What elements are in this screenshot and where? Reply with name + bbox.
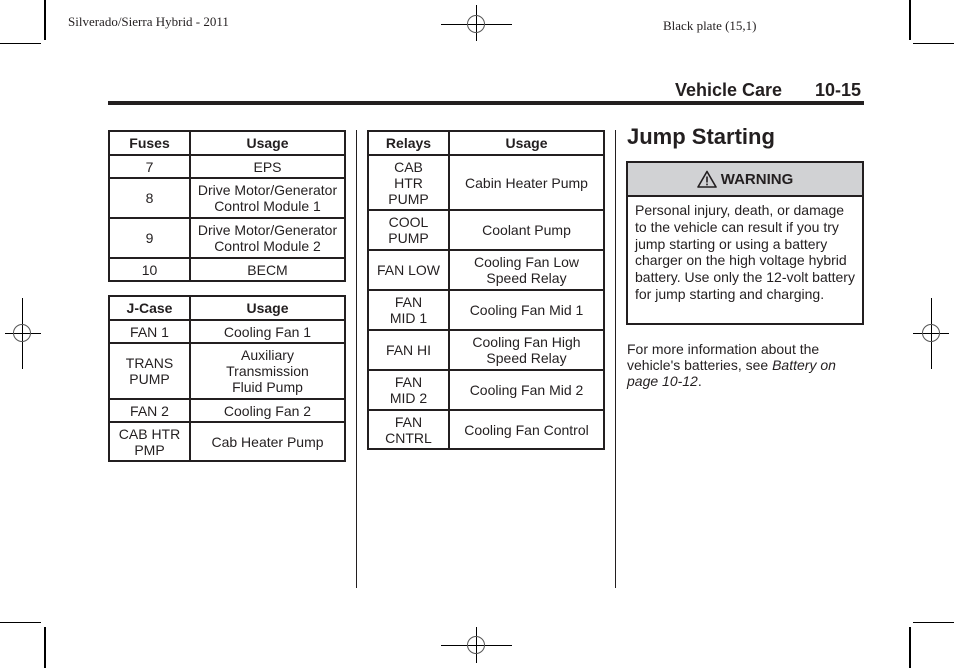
print-slug-left: Silverado/Sierra Hybrid - 2011 <box>68 14 229 29</box>
crop-mark <box>44 627 46 668</box>
table-row: FAN LOW Cooling Fan Low Speed Relay <box>367 249 605 291</box>
relay-usage: Cooling Fan Mid 2 <box>448 369 605 411</box>
table-row: COOL PUMP Coolant Pump <box>367 209 605 251</box>
fuse-usage: Drive Motor/Generator Control Module 1 <box>189 177 346 219</box>
relay-usage: Cooling Fan Mid 1 <box>448 289 605 331</box>
info-paragraph: For more information about the vehicle's… <box>627 341 867 389</box>
warning-text: Personal injury, death, or damage to the… <box>635 202 855 302</box>
section-heading: Jump Starting <box>627 124 775 149</box>
table-row: FAN MID 2 Cooling Fan Mid 2 <box>367 369 605 411</box>
relay-usage: Cooling Fan High Speed Relay <box>448 329 605 371</box>
jcase-usage: Cab Heater Pump <box>189 421 346 462</box>
section-title: Vehicle Care <box>675 80 783 100</box>
warning-box: WARNING Personal injury, death, or damag… <box>626 161 864 325</box>
fuse-id: 8 <box>108 177 191 219</box>
crop-mark <box>0 622 41 623</box>
fuse-id: 7 <box>108 154 191 179</box>
column-divider <box>615 130 616 588</box>
relay-usage: Cooling Fan Control <box>448 409 605 450</box>
relay-id: FAN LOW <box>367 249 450 291</box>
table-row: FAN MID 1 Cooling Fan Mid 1 <box>367 289 605 331</box>
table-row: FAN 1 Cooling Fan 1 <box>108 319 346 344</box>
table-row: CAB HTR PUMP Cabin Heater Pump <box>367 154 605 211</box>
relays-table: Relays Usage CAB HTR PUMP Cabin Heater P… <box>367 130 605 450</box>
column-divider <box>356 130 357 588</box>
crop-mark <box>44 0 46 40</box>
table-row: CAB HTR PMP Cab Heater Pump <box>108 421 346 462</box>
crop-mark <box>0 43 41 44</box>
relay-id: FAN MID 2 <box>367 369 450 411</box>
crop-mark <box>909 627 911 668</box>
column-header: J-Case <box>108 295 191 321</box>
table-row: FAN HI Cooling Fan High Speed Relay <box>367 329 605 371</box>
jcase-usage: Cooling Fan 2 <box>189 398 346 423</box>
relay-usage: Coolant Pump <box>448 209 605 251</box>
fuse-usage: BECM <box>189 257 346 282</box>
table-header-row: Relays Usage <box>367 130 605 156</box>
page-number: 10-15 <box>815 80 862 100</box>
jcase-id: TRANS PUMP <box>108 342 191 400</box>
warning-header: WARNING <box>628 163 862 197</box>
fuses-table: Fuses Usage 7 EPS 8 Drive Motor/Generato… <box>108 130 346 282</box>
table-row: 9 Drive Motor/Generator Control Module 2 <box>108 217 346 259</box>
column-header: Fuses <box>108 130 191 156</box>
relay-usage: Cooling Fan Low Speed Relay <box>448 249 605 291</box>
table-header-row: J-Case Usage <box>108 295 346 321</box>
jcase-id: FAN 1 <box>108 319 191 344</box>
relay-id: COOL PUMP <box>367 209 450 251</box>
crop-mark <box>913 43 954 44</box>
fuse-id: 9 <box>108 217 191 259</box>
jcase-table: J-Case Usage FAN 1 Cooling Fan 1 TRANS P… <box>108 295 346 462</box>
column-header: Usage <box>189 130 346 156</box>
warning-label: WARNING <box>720 170 794 188</box>
table-row: 7 EPS <box>108 154 346 179</box>
table-row: TRANS PUMP Auxiliary Transmission Fluid … <box>108 342 346 400</box>
column-header: Relays <box>367 130 450 156</box>
jcase-id: FAN 2 <box>108 398 191 423</box>
column-header: Usage <box>448 130 605 156</box>
jcase-usage: Cooling Fan 1 <box>189 319 346 344</box>
info-end: . <box>697 373 702 389</box>
crop-mark <box>909 0 911 40</box>
print-slug-right: Black plate (15,1) <box>663 18 757 33</box>
relay-id: FAN CNTRL <box>367 409 450 450</box>
fuse-usage: Drive Motor/Generator Control Module 2 <box>189 217 346 259</box>
fuse-id: 10 <box>108 257 191 282</box>
table-row: 8 Drive Motor/Generator Control Module 1 <box>108 177 346 219</box>
relay-id: FAN MID 1 <box>367 289 450 331</box>
column-header: Usage <box>189 295 346 321</box>
warning-triangle-icon <box>696 170 717 188</box>
relay-usage: Cabin Heater Pump <box>448 154 605 211</box>
jcase-id: CAB HTR PMP <box>108 421 191 462</box>
table-header-row: Fuses Usage <box>108 130 346 156</box>
relay-id: CAB HTR PUMP <box>367 154 450 211</box>
header-rule <box>108 101 864 105</box>
table-row: 10 BECM <box>108 257 346 282</box>
crop-mark <box>913 622 954 623</box>
table-row: FAN 2 Cooling Fan 2 <box>108 398 346 423</box>
jcase-usage: Auxiliary Transmission Fluid Pump <box>189 342 346 400</box>
relay-id: FAN HI <box>367 329 450 371</box>
table-row: FAN CNTRL Cooling Fan Control <box>367 409 605 450</box>
fuse-usage: EPS <box>189 154 346 179</box>
